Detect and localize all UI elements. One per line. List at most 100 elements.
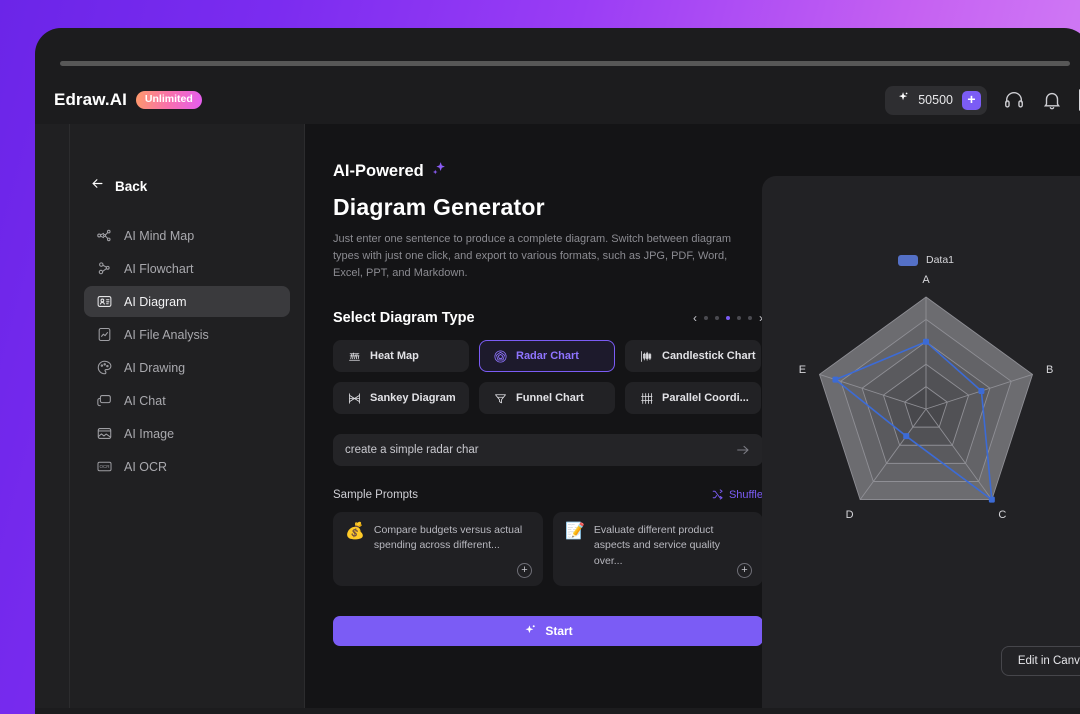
app-body: Back AI Mind Map AI Flowchart AI Diagram… [35, 124, 1080, 708]
arrow-right-icon[interactable] [735, 442, 751, 458]
main-content: AI-Powered Diagram Generator Just enter … [305, 124, 1080, 708]
shuffle-icon [711, 488, 724, 501]
radar-point-e[interactable] [832, 376, 839, 383]
parallel-coordinates-icon [639, 391, 654, 406]
prompt-input[interactable]: create a simple radar char [345, 444, 735, 456]
sample-prompt-card[interactable]: 💰 Compare budgets versus actual spending… [333, 512, 543, 587]
sidebar-item-ai-chat[interactable]: AI Chat [84, 385, 290, 416]
sidebar-item-ai-flowchart[interactable]: AI Flowchart [84, 253, 290, 284]
app-window: Edraw.AI Unlimited 50500 + Back AI Mind … [35, 28, 1080, 714]
chart-preview-panel: Data1 A B C D E Edit in Canvas — [762, 176, 1080, 708]
radar-point-d[interactable] [903, 433, 910, 440]
flowchart-icon [96, 260, 113, 277]
shuffle-button[interactable]: Shuffle [711, 488, 763, 501]
plan-badge[interactable]: Unlimited [135, 91, 202, 109]
radar-point-b[interactable] [978, 388, 985, 395]
carousel-dot[interactable] [748, 316, 752, 321]
add-credits-button[interactable]: + [962, 90, 981, 110]
headset-icon[interactable] [1003, 89, 1025, 111]
back-button[interactable]: Back [90, 176, 304, 196]
carousel-controls: ‹ › [693, 312, 763, 324]
brand-group[interactable]: Edraw.AI Unlimited [54, 90, 202, 110]
file-analysis-icon [96, 326, 113, 343]
ocr-icon: OCR [96, 458, 113, 475]
radar-chart[interactable]: A B C D E [762, 271, 1080, 611]
sparkle-icon [430, 160, 447, 182]
carousel-dot-active[interactable] [726, 316, 730, 321]
header-actions: 50500 + [885, 85, 1080, 115]
sample-prompt-card[interactable]: 📝 Evaluate different product aspects and… [553, 512, 763, 587]
prompt-input-wrapper[interactable]: create a simple radar char [333, 434, 763, 467]
add-sample-prompt-button[interactable]: + [517, 563, 532, 579]
diagram-type-header: Select Diagram Type ‹ › [333, 310, 763, 326]
diagram-icon [96, 293, 113, 310]
money-bag-emoji: 💰 [345, 523, 365, 541]
credits-value: 50500 [918, 93, 953, 107]
edit-in-canvas-button[interactable]: Edit in Canvas — [1000, 646, 1080, 676]
sample-prompts-header: Sample Prompts Shuffle [333, 488, 763, 501]
sparkle-icon [523, 623, 537, 640]
radar-axis-label: B [1046, 364, 1053, 376]
sidebar-item-label: AI Chat [124, 393, 166, 408]
top-scroll-rail[interactable] [60, 61, 1070, 66]
sidebar-item-ai-drawing[interactable]: AI Drawing [84, 352, 290, 383]
diagram-type-label: Parallel Coordi... [662, 392, 749, 405]
sidebar-item-ai-mind-map[interactable]: AI Mind Map [84, 220, 290, 251]
sidebar-item-label: AI File Analysis [124, 327, 209, 342]
diagram-type-parallel-coordinates[interactable]: Parallel Coordi... [625, 382, 761, 415]
checklist-emoji: 📝 [565, 523, 585, 541]
start-button-label: Start [545, 624, 573, 639]
diagram-type-grid: Heat Map Radar Chart Candlestick Chart S… [333, 340, 763, 415]
chart-legend: Data1 [762, 254, 1080, 266]
diagram-type-funnel-chart[interactable]: Funnel Chart [479, 382, 615, 415]
diagram-type-heat-map[interactable]: Heat Map [333, 340, 469, 373]
bell-icon[interactable] [1041, 89, 1063, 111]
sidebar-item-ai-image[interactable]: AI Image [84, 418, 290, 449]
start-button[interactable]: Start [333, 616, 763, 647]
sample-prompt-text: Compare budgets versus actual spending a… [373, 524, 523, 552]
sparkle-icon [896, 91, 909, 109]
sample-prompt-text: Evaluate different product aspects and s… [593, 524, 720, 567]
diagram-type-label: Radar Chart [516, 350, 579, 363]
sidebar-item-ai-file-analysis[interactable]: AI File Analysis [84, 319, 290, 350]
carousel-dot[interactable] [715, 316, 719, 321]
hero-description: Just enter one sentence to produce a com… [333, 233, 732, 280]
credits-chip[interactable]: 50500 + [885, 85, 987, 115]
sidebar-item-label: AI Diagram [124, 294, 187, 309]
diagram-type-candlestick-chart[interactable]: Candlestick Chart [625, 340, 761, 373]
add-sample-prompt-button[interactable]: + [737, 563, 752, 579]
image-icon [96, 425, 113, 442]
diagram-type-label: Heat Map [370, 350, 419, 363]
sample-prompts-title: Sample Prompts [333, 488, 419, 501]
sidebar-item-label: AI Image [124, 426, 175, 441]
radar-point-a[interactable] [923, 338, 929, 345]
sidebar-item-label: AI Flowchart [124, 261, 194, 276]
sidebar-item-ai-diagram[interactable]: AI Diagram [84, 286, 290, 317]
carousel-dot[interactable] [704, 316, 708, 321]
radar-chart-icon [493, 349, 508, 364]
radar-axis-label: A [922, 274, 930, 286]
generator-panel: AI-Powered Diagram Generator Just enter … [305, 124, 792, 708]
heat-map-icon [347, 349, 362, 364]
sidebar-item-ai-ocr[interactable]: OCR AI OCR [84, 451, 290, 482]
radar-axis-label: D [846, 509, 854, 521]
carousel-prev-button[interactable]: ‹ [693, 312, 697, 324]
radar-point-c[interactable] [988, 496, 995, 503]
sample-prompts-grid: 💰 Compare budgets versus actual spending… [333, 512, 763, 587]
page-title: Diagram Generator [333, 194, 545, 220]
candlestick-icon [639, 349, 654, 364]
legend-label: Data1 [925, 254, 955, 266]
funnel-icon [493, 391, 508, 406]
left-rail [35, 124, 70, 708]
mind-map-icon [96, 227, 113, 244]
carousel-dot[interactable] [737, 316, 741, 321]
sidebar-item-label: AI Mind Map [124, 228, 195, 243]
diagram-type-sankey-diagram[interactable]: Sankey Diagram [333, 382, 469, 415]
diagram-type-label: Funnel Chart [516, 392, 584, 405]
sidebar-item-label: AI OCR [124, 459, 168, 474]
legend-swatch[interactable] [897, 254, 918, 266]
diagram-type-radar-chart[interactable]: Radar Chart [479, 340, 615, 373]
back-label: Back [115, 178, 148, 194]
chat-icon [96, 392, 113, 409]
brand-logo-text: Edraw.AI [54, 90, 127, 109]
